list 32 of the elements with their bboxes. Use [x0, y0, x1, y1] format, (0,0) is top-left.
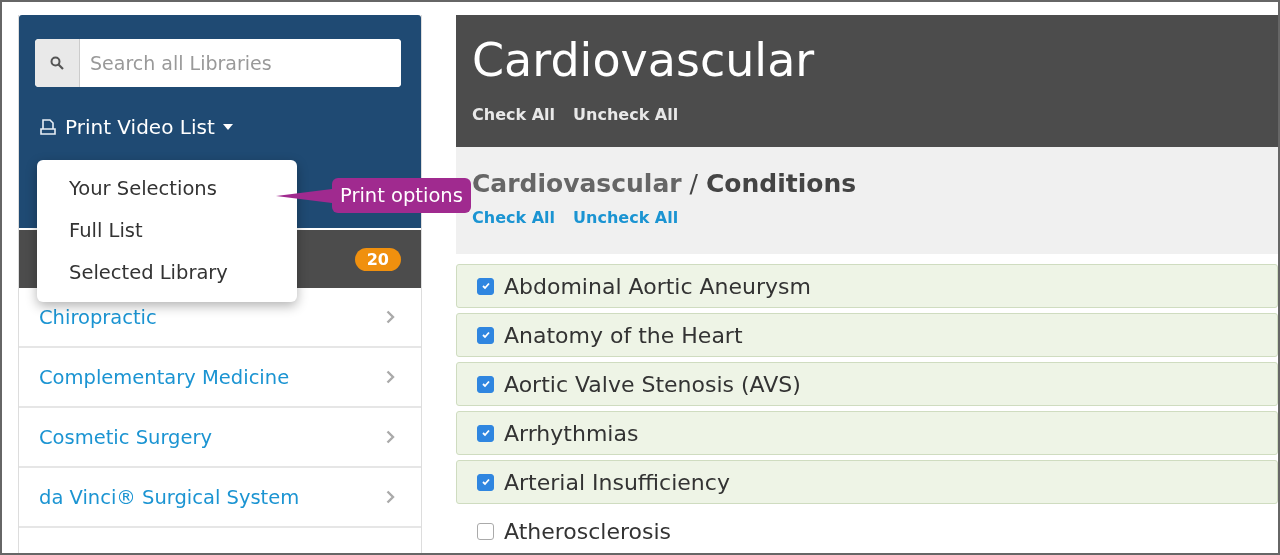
count-badge: 20 [354, 247, 401, 271]
search-field[interactable]: Search all Libraries [35, 39, 401, 87]
checkbox[interactable] [477, 473, 494, 491]
checkmark-icon [480, 330, 491, 341]
video-item[interactable]: Aortic Valve Stenosis (AVS) [456, 362, 1278, 407]
checkmark-icon [480, 428, 491, 439]
chevron-right-icon [386, 370, 395, 384]
menu-item[interactable]: Full List [37, 210, 297, 252]
checkmark-icon [480, 281, 491, 292]
uncheck-all-link[interactable]: Uncheck All [573, 105, 679, 124]
printer-icon [39, 118, 57, 136]
video-item[interactable]: Arrhythmias [456, 411, 1278, 456]
category-title: Cardiovascular [472, 32, 816, 89]
checkbox[interactable] [477, 375, 494, 393]
caret-icon [222, 124, 233, 130]
video-item[interactable]: Abdominal Aortic Aneurysm [456, 264, 1278, 309]
section-title: Cardiovascular / Conditions [472, 169, 858, 199]
print-video-list-button[interactable]: Print Video List [35, 113, 237, 141]
chevron-right-icon [386, 310, 395, 324]
checkbox[interactable] [477, 424, 494, 442]
checkmark-icon [480, 379, 491, 390]
video-item[interactable]: Anatomy of the Heart [456, 313, 1278, 358]
video-item[interactable]: Atherosclerosis [456, 509, 1278, 553]
check-all-link[interactable]: Check All [472, 105, 556, 124]
checkbox[interactable] [477, 277, 494, 295]
search-icon [50, 56, 64, 70]
chevron-right-icon [386, 430, 395, 444]
checkmark-icon [480, 477, 491, 488]
chevron-right-icon [386, 490, 395, 504]
checkbox[interactable] [477, 522, 494, 540]
video-item[interactable]: Arterial Insufficiency [456, 460, 1278, 505]
checkbox[interactable] [477, 326, 494, 344]
